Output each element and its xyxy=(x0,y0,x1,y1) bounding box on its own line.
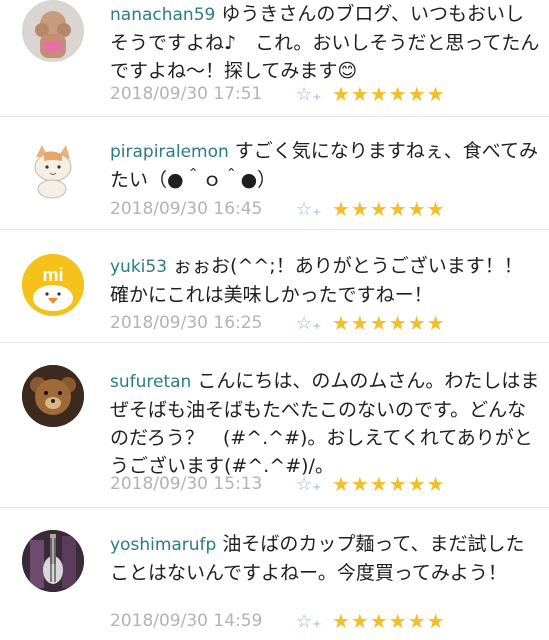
comment-item: yoshimarufp 油そばのカップ麺って、まだ試したことはないんですよねー。今… xyxy=(0,508,549,640)
comment-meta: 2018/09/30 16:45 ☆₊ ★★★★★★ xyxy=(110,195,446,223)
star-rating: ★★★★★★ xyxy=(332,311,446,335)
comment-date: 2018/09/30 16:45 xyxy=(110,199,263,219)
comment-text: yoshimarufp 油そばのカップ麺って、まだ試したことはないんですよねー。今… xyxy=(110,530,541,587)
favorite-star-icon[interactable]: ☆₊ xyxy=(296,611,332,632)
comment-item: mi yuki53 ぉぉお(^^;！ありがとうございます！！確かにこれは美味しかっ… xyxy=(0,230,549,343)
star-rating: ★★★★★★ xyxy=(332,197,446,221)
teddy-bear-avatar[interactable] xyxy=(22,365,84,427)
comment-text: sufuretan こんにちは、のムのムさん。わたしはまぜそばも油そばもたべたこの… xyxy=(110,367,541,480)
mi-chick-avatar[interactable]: mi xyxy=(22,254,84,316)
comment-list: nanachan59 ゆうきさんのブログ、いつもおいしそうですよね♪ これ。おいし… xyxy=(0,0,549,640)
comment-item: nanachan59 ゆうきさんのブログ、いつもおいしそうですよね♪ これ。おいし… xyxy=(0,0,549,117)
favorite-star-icon[interactable]: ☆₊ xyxy=(296,84,332,105)
comment-item: pirapiralemon すごく気になりますねぇ、食べてみたい（●＾ｏ＾●） 2… xyxy=(0,117,549,230)
username-link[interactable]: yoshimarufp xyxy=(110,535,216,555)
username-link[interactable]: nanachan59 xyxy=(110,5,215,25)
comment-meta: 2018/09/30 17:51 ☆₊ ★★★★★★ xyxy=(110,80,446,108)
star-rating: ★★★★★★ xyxy=(332,82,446,106)
favorite-star-icon[interactable]: ☆₊ xyxy=(296,199,332,220)
dog-avatar[interactable] xyxy=(22,0,84,62)
star-rating: ★★★★★★ xyxy=(332,472,446,496)
comment-item: sufuretan こんにちは、のムのムさん。わたしはまぜそばも油そばもたべたこの… xyxy=(0,343,549,508)
comment-date: 2018/09/30 17:51 xyxy=(110,84,263,104)
comment-date: 2018/09/30 16:25 xyxy=(110,313,263,333)
comment-meta: 2018/09/30 16:25 ☆₊ ★★★★★★ xyxy=(110,309,446,337)
cat-avatar[interactable] xyxy=(22,139,84,201)
comment-text: yuki53 ぉぉお(^^;！ありがとうございます！！確かにこれは美味しかったです… xyxy=(110,252,541,309)
username-link[interactable]: pirapiralemon xyxy=(110,142,229,162)
favorite-star-icon[interactable]: ☆₊ xyxy=(296,474,332,495)
guitar-avatar[interactable] xyxy=(22,530,84,592)
comment-body: ぉぉお(^^;！ありがとうございます！！確かにこれは美味しかったですねー！ xyxy=(110,255,523,306)
comment-text: pirapiralemon すごく気になりますねぇ、食べてみたい（●＾ｏ＾●） xyxy=(110,137,541,194)
favorite-star-icon[interactable]: ☆₊ xyxy=(296,313,332,334)
comment-text: nanachan59 ゆうきさんのブログ、いつもおいしそうですよね♪ これ。おいし… xyxy=(110,0,541,85)
avatar-logo-text: mi xyxy=(42,265,63,285)
comment-meta: 2018/09/30 14:59 ☆₊ ★★★★★★ xyxy=(110,607,446,635)
star-rating: ★★★★★★ xyxy=(332,609,446,633)
username-link[interactable]: yuki53 xyxy=(110,257,167,277)
comment-date: 2018/09/30 15:13 xyxy=(110,474,263,494)
comment-meta: 2018/09/30 15:13 ☆₊ ★★★★★★ xyxy=(110,470,446,498)
comment-date: 2018/09/30 14:59 xyxy=(110,611,263,631)
username-link[interactable]: sufuretan xyxy=(110,372,191,392)
